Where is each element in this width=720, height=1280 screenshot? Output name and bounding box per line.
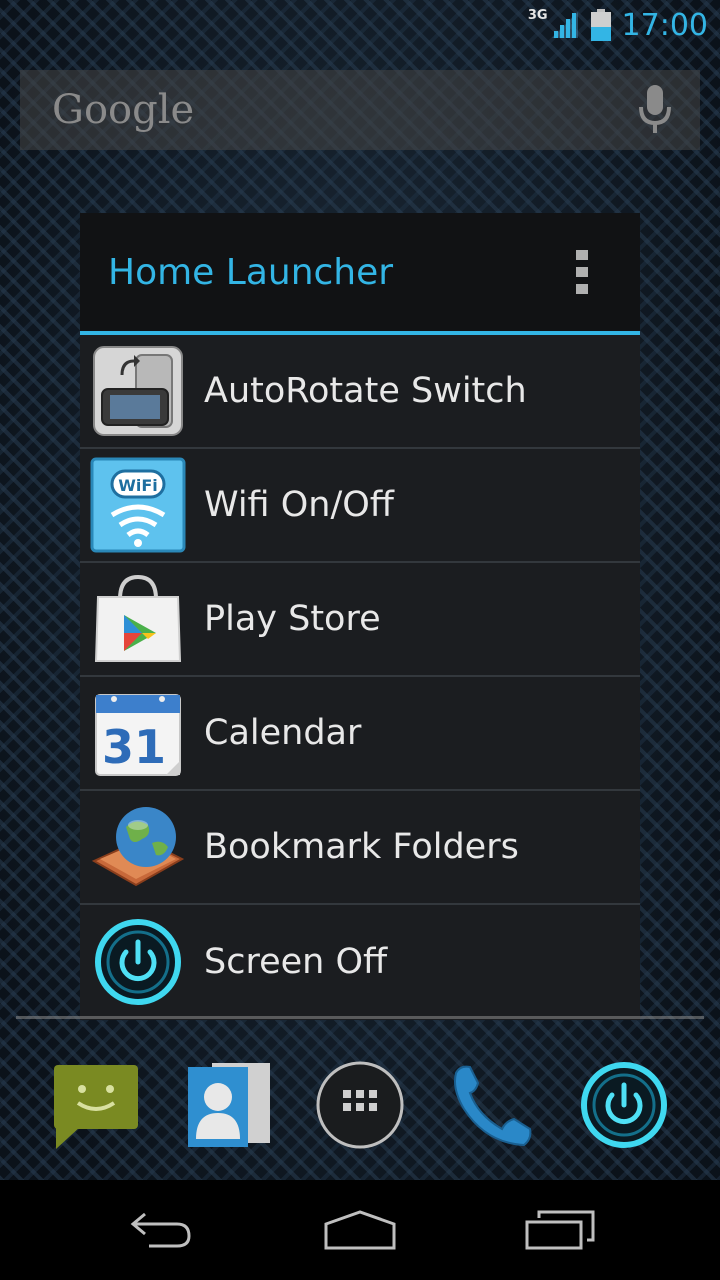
dock-divider xyxy=(16,1016,704,1019)
clock: 17:00 xyxy=(621,7,708,43)
home-launcher-dialog: Home Launcher AutoRotate Switch WiFi Wif… xyxy=(80,213,640,1020)
back-icon[interactable] xyxy=(105,1195,215,1265)
list-item-bookmark-folders[interactable]: Bookmark Folders xyxy=(80,791,640,905)
home-icon[interactable] xyxy=(305,1195,415,1265)
app-drawer-icon[interactable] xyxy=(310,1055,410,1155)
phone-icon[interactable] xyxy=(442,1055,542,1155)
screen-off-icon xyxy=(88,912,188,1012)
dialog-title: Home Launcher xyxy=(108,251,394,293)
overflow-menu-icon[interactable] xyxy=(572,246,592,298)
wifi-icon: WiFi xyxy=(88,455,188,555)
list-item-play-store[interactable]: Play Store xyxy=(80,563,640,677)
signal-icon xyxy=(551,12,578,38)
app-list: AutoRotate Switch WiFi Wifi On/Off Play … xyxy=(80,335,640,1019)
network-type: 3G xyxy=(527,7,548,23)
calendar-icon: 31 xyxy=(88,683,188,783)
mic-icon[interactable] xyxy=(638,85,672,135)
recent-apps-icon[interactable] xyxy=(505,1195,615,1265)
list-item-wifi[interactable]: WiFi Wifi On/Off xyxy=(80,449,640,563)
list-item-screen-off[interactable]: Screen Off xyxy=(80,905,640,1019)
navigation-bar xyxy=(0,1180,720,1280)
app-label: AutoRotate Switch xyxy=(204,371,527,411)
wifi-icon-text: WiFi xyxy=(118,476,158,495)
app-label: Wifi On/Off xyxy=(204,485,394,525)
app-label: Bookmark Folders xyxy=(204,827,519,867)
battery-icon xyxy=(590,9,611,41)
list-item-autorotate[interactable]: AutoRotate Switch xyxy=(80,335,640,449)
contacts-icon[interactable] xyxy=(178,1055,278,1155)
autorotate-icon xyxy=(88,341,188,441)
dialog-header: Home Launcher xyxy=(80,213,640,335)
list-item-calendar[interactable]: 31 Calendar xyxy=(80,677,640,791)
dock xyxy=(0,1040,720,1170)
app-label: Calendar xyxy=(204,713,362,753)
bookmark-folders-icon xyxy=(88,797,188,897)
google-search-bar[interactable]: Google xyxy=(20,70,700,150)
screen-off-icon[interactable] xyxy=(574,1055,674,1155)
google-logo[interactable]: Google xyxy=(52,87,194,133)
app-label: Screen Off xyxy=(204,942,388,982)
status-bar: 3G 17:00 xyxy=(0,0,720,50)
calendar-icon-text: 31 xyxy=(102,720,166,774)
messaging-icon[interactable] xyxy=(46,1055,146,1155)
play-store-icon xyxy=(88,569,188,669)
app-label: Play Store xyxy=(204,599,381,639)
